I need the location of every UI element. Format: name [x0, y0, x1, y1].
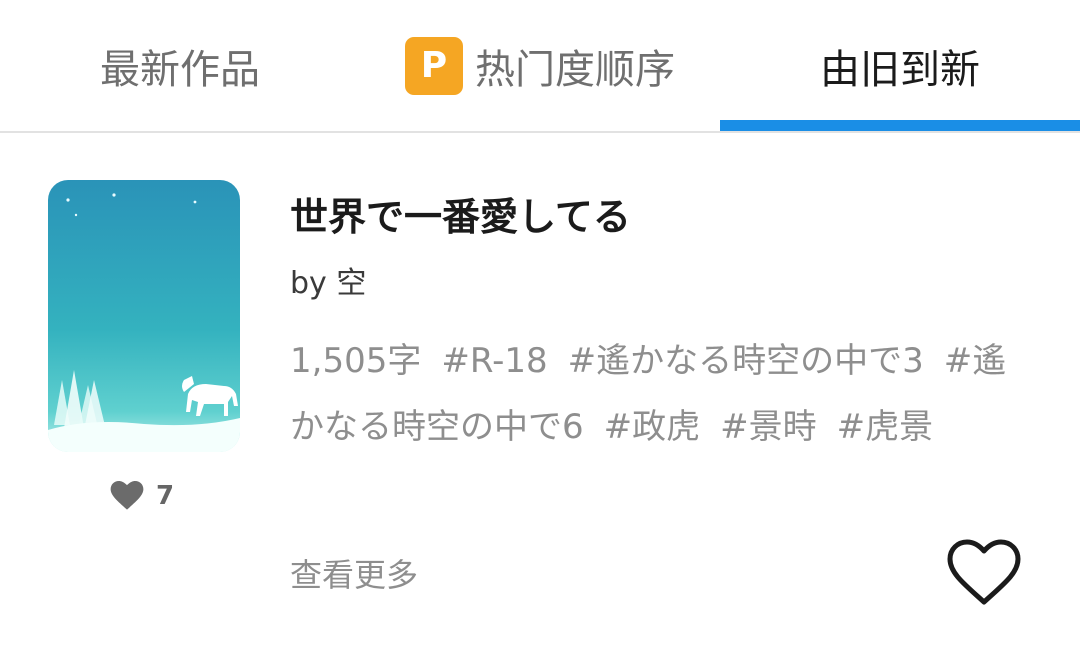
cover-image: [48, 180, 240, 452]
tab-latest-label: 最新作品: [100, 46, 260, 93]
work-meta: 1,505字 #R-18 #遙かなる時空の中で3 #遙かなる時空の中で6 #政虎 #景時 #…: [290, 328, 1035, 460]
like-count-value: 7: [156, 481, 175, 511]
tab-bar: 最新作品 P 热门度顺序 由旧到新: [0, 0, 1080, 133]
char-count: 1,505字: [290, 341, 422, 381]
heart-filled-icon: [110, 481, 144, 510]
premium-icon: P: [405, 36, 463, 95]
tab-latest[interactable]: 最新作品: [0, 0, 360, 131]
see-more-link[interactable]: 查看更多: [290, 550, 418, 596]
tab-oldest-label: 由旧到新: [820, 46, 980, 93]
tag[interactable]: #R-18: [441, 341, 547, 381]
heart-outline-icon[interactable]: [944, 538, 1024, 608]
tab-oldest[interactable]: 由旧到新: [720, 0, 1080, 131]
tab-popularity-label: 热门度顺序: [475, 46, 675, 93]
tag[interactable]: #遙かなる時空の中で3: [568, 341, 924, 381]
active-tab-indicator: [720, 120, 1080, 131]
like-count: 7: [110, 478, 174, 514]
tag[interactable]: #虎景: [837, 407, 934, 447]
work-title[interactable]: 世界で一番愛してる: [290, 186, 631, 241]
tag[interactable]: #景時: [720, 407, 817, 447]
tab-popularity[interactable]: P 热门度顺序: [360, 0, 720, 131]
tag[interactable]: #政虎: [604, 407, 701, 447]
work-author[interactable]: by 空: [290, 258, 366, 302]
work-cover-image[interactable]: [48, 180, 240, 452]
